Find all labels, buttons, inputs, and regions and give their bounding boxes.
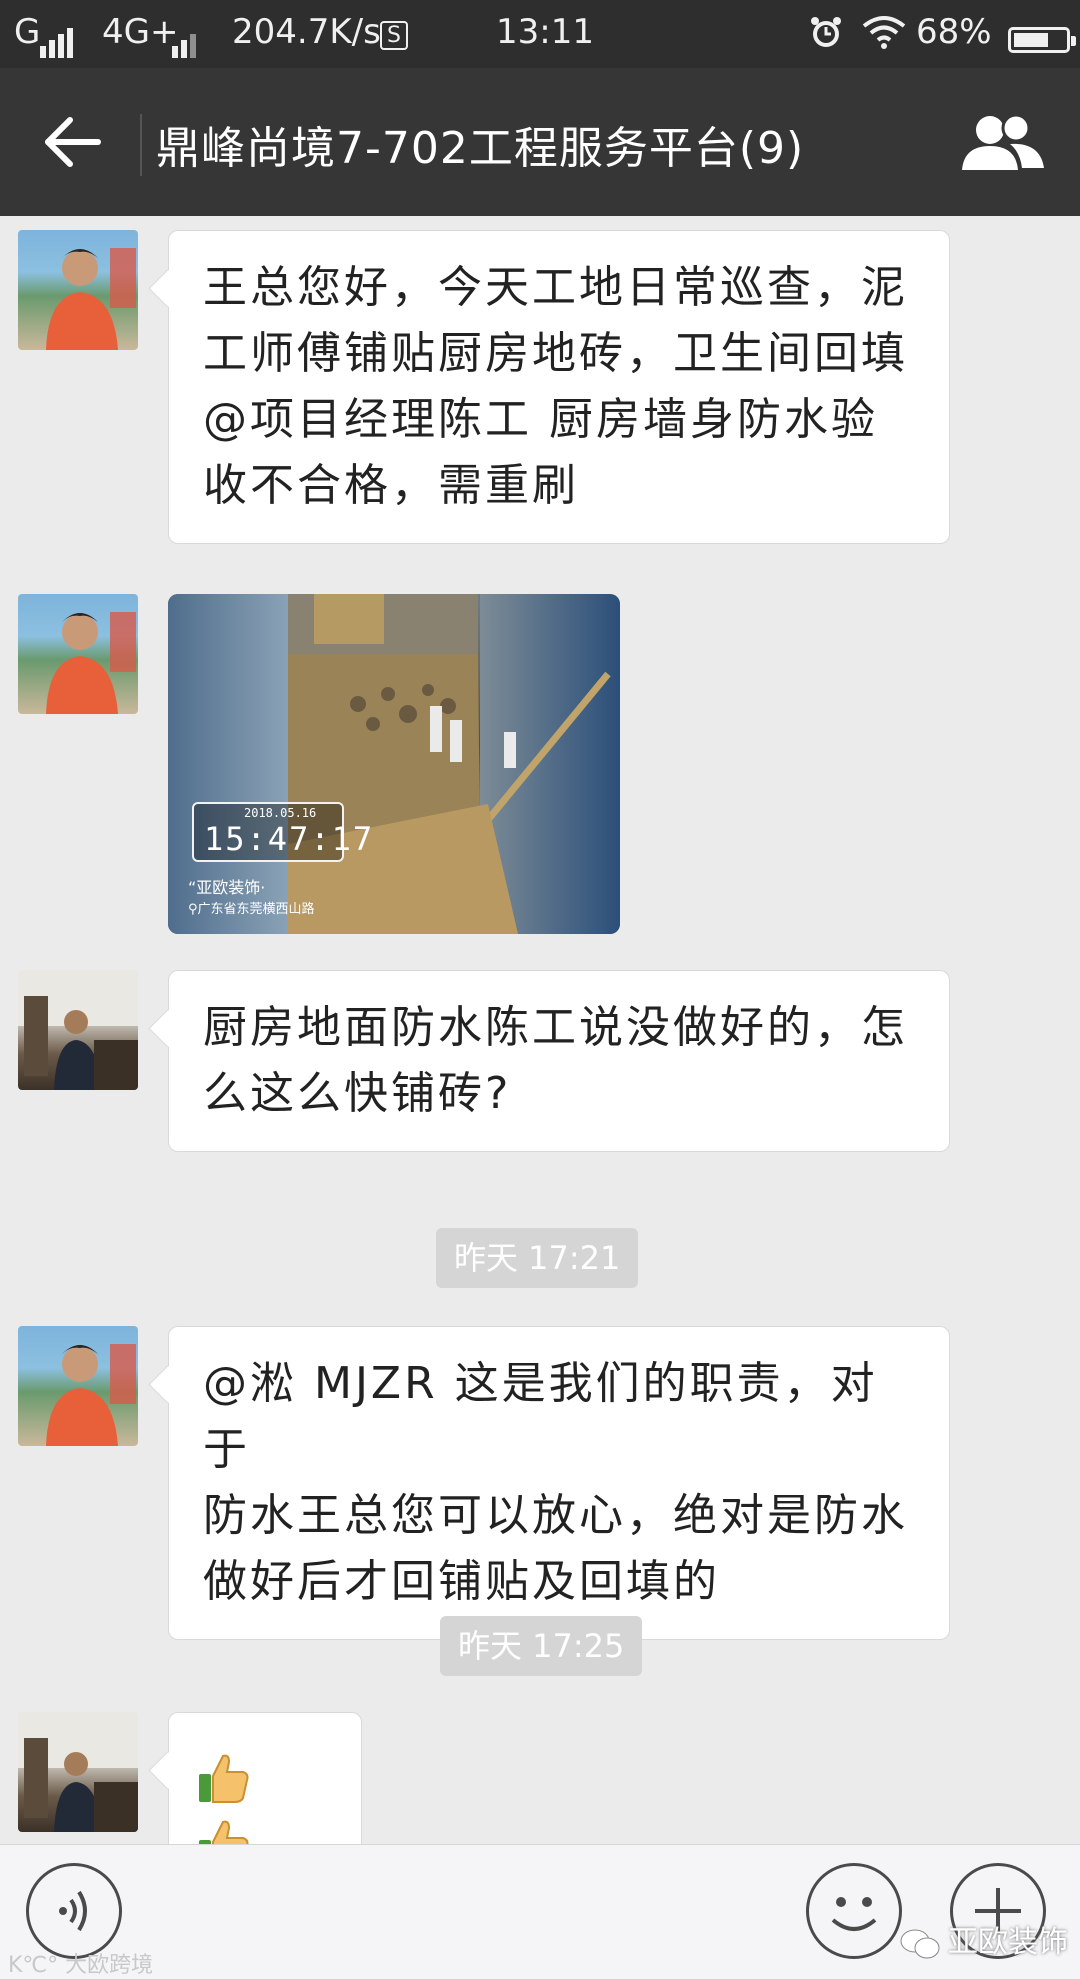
location-pin-icon: ⚲ xyxy=(188,902,198,917)
emoji-button[interactable] xyxy=(806,1863,902,1959)
message-bubble[interactable]: 王总您好，今天工地日常巡查，泥 工师傅铺贴厨房地砖，卫生间回填 @项目经理陈工 … xyxy=(168,230,950,544)
avatar-project-manager[interactable] xyxy=(18,594,138,714)
avatar-project-manager[interactable] xyxy=(18,1326,138,1446)
voice-button[interactable] xyxy=(26,1863,122,1959)
alarm-icon xyxy=(808,14,844,59)
battery-icon xyxy=(1000,18,1076,58)
message-line: 防水王总您可以放心，绝对是防水 xyxy=(203,1490,908,1541)
carrier-label: G xyxy=(14,12,41,52)
signal-icon xyxy=(40,16,76,58)
emoji-message-bubble[interactable] xyxy=(168,1712,362,1844)
thumbs-up-icon xyxy=(195,1750,251,1806)
message-line: 做好后才回铺贴及回填的 xyxy=(203,1556,720,1607)
watermark-left: K℃° 大欧跨境 xyxy=(8,1953,154,1978)
message-line: 厨房地面防水陈工说没做好的，怎 xyxy=(203,1002,908,1053)
photo-timestamp: 2018.05.16 15:47:17 xyxy=(192,802,372,862)
message-bubble[interactable]: @淞 MJZR 这是我们的职责，对于 防水王总您可以放心，绝对是防水 做好后才回… xyxy=(168,1326,950,1640)
message-line: 王总您好，今天工地日常巡查，泥 xyxy=(203,262,908,313)
watermark-right: 亚欧装饰 xyxy=(900,1917,1068,1961)
header-divider xyxy=(140,114,142,176)
s-badge-icon: S xyxy=(374,14,408,54)
message-line: @项目经理陈工 厨房墙身防水验 xyxy=(203,394,878,445)
photo-location: ⚲广东省东莞横西山路 xyxy=(188,902,315,917)
arrow-left-icon xyxy=(45,117,101,167)
message-bubble[interactable]: 厨房地面防水陈工说没做好的，怎 么这么快铺砖? xyxy=(168,970,950,1152)
message-line: 收不合格，需重刷 xyxy=(203,460,579,511)
timestamp-divider: 昨天 17:21 xyxy=(436,1228,639,1288)
clock: 13:11 xyxy=(496,12,594,52)
back-button[interactable] xyxy=(40,112,104,172)
speed-label: 204.7K/s xyxy=(232,12,381,52)
avatar-homeowner[interactable] xyxy=(18,970,138,1090)
message-line: 工师傅铺贴厨房地砖，卫生间回填 xyxy=(203,328,908,379)
message-line: @淞 MJZR 这是我们的职责，对于 xyxy=(203,1358,878,1475)
voice-icon xyxy=(59,1890,87,1932)
emoji-icon xyxy=(831,1897,877,1931)
avatar-project-manager[interactable] xyxy=(18,230,138,350)
thumbs-up-icon xyxy=(195,1816,251,1844)
wifi-icon xyxy=(862,14,906,59)
photo-caption: “亚欧装饰· xyxy=(188,878,266,897)
chat-title: 鼎峰尚境7-702工程服务平台(9) xyxy=(156,123,805,174)
wechat-icon xyxy=(900,1929,940,1958)
avatar-homeowner[interactable] xyxy=(18,1712,138,1832)
group-members-icon xyxy=(962,113,1044,170)
signal-icon-2 xyxy=(172,16,199,58)
message-list[interactable]: 王总您好，今天工地日常巡查，泥 工师傅铺贴厨房地砖，卫生间回填 @项目经理陈工 … xyxy=(0,216,1080,1844)
timestamp-divider: 昨天 17:25 xyxy=(440,1616,643,1676)
chat-header: 鼎峰尚境7-702工程服务平台(9) xyxy=(0,68,1080,216)
status-bar: G 4G+ 204.7K/s S 13:11 68% xyxy=(0,0,1080,68)
network-label: 4G+ xyxy=(102,12,179,52)
battery-percent: 68% xyxy=(916,12,992,52)
image-message[interactable]: 2018.05.16 15:47:17 “亚欧装饰· ⚲广东省东莞横西山路 xyxy=(168,594,620,934)
message-line: 么这么快铺砖? xyxy=(203,1068,512,1119)
group-members-button[interactable] xyxy=(960,112,1046,172)
input-bar: K℃° 大欧跨境 亚欧装饰 xyxy=(0,1844,1080,1979)
